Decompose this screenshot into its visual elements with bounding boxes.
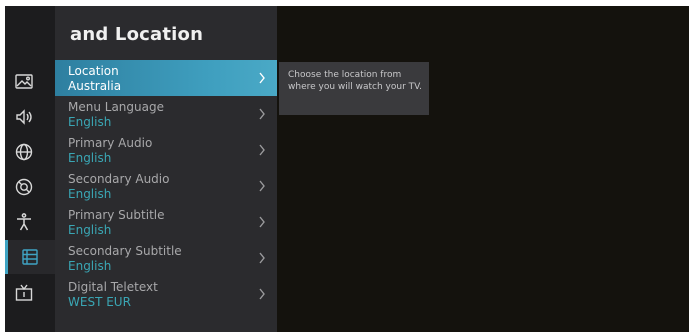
chevron-right-icon — [259, 180, 265, 192]
chevron-right-icon — [259, 108, 265, 120]
menu-item-secondary-subtitle[interactable]: Secondary Subtitle English — [55, 240, 277, 276]
menu-item-value: WEST EUR — [68, 295, 131, 309]
menu-item-value: English — [68, 259, 112, 273]
menu-item-value: English — [68, 187, 112, 201]
settings-panel: and Location Location Australia Menu Lan… — [55, 6, 277, 332]
chevron-right-icon — [259, 216, 265, 228]
menu-item-label: Secondary Audio — [68, 172, 170, 186]
network-icon[interactable] — [13, 141, 35, 163]
menu-item-label: Primary Subtitle — [68, 208, 165, 222]
chevron-right-icon — [259, 72, 265, 84]
menu-item-primary-audio[interactable]: Primary Audio English — [55, 132, 277, 168]
menu-item-label: Primary Audio — [68, 136, 153, 150]
menu-item-label: Secondary Subtitle — [68, 244, 182, 258]
menu-item-label: Digital Teletext — [68, 280, 158, 294]
menu-item-location[interactable]: Location Australia — [55, 60, 277, 96]
tooltip-text: Choose the location from where you will … — [288, 70, 422, 92]
sound-icon[interactable] — [13, 106, 35, 128]
active-indicator — [5, 240, 8, 274]
chevron-right-icon — [259, 252, 265, 264]
menu-item-secondary-audio[interactable]: Secondary Audio English — [55, 168, 277, 204]
tv-icon[interactable] — [13, 282, 35, 304]
menu-item-primary-subtitle[interactable]: Primary Subtitle English — [55, 204, 277, 240]
menu-item-value: English — [68, 151, 112, 165]
settings-sidebar — [5, 6, 55, 332]
chevron-right-icon — [259, 288, 265, 300]
picture-icon[interactable] — [13, 71, 35, 93]
menu-item-label: Menu Language — [68, 100, 164, 114]
tv-screen: and Location Location Australia Menu Lan… — [5, 6, 689, 332]
menu-item-value: English — [68, 115, 112, 129]
accessibility-icon[interactable] — [13, 211, 35, 233]
system-icon[interactable] — [5, 240, 55, 274]
menu-item-label: Location — [68, 64, 119, 78]
menu-item-value: English — [68, 223, 112, 237]
menu-item-digital-teletext[interactable]: Digital Teletext WEST EUR — [55, 276, 277, 312]
page-title: and Location — [70, 24, 204, 45]
help-tooltip: Choose the location from where you will … — [279, 62, 429, 115]
menu-item-value: Australia — [68, 79, 122, 93]
menu-item-menu-language[interactable]: Menu Language English — [55, 96, 277, 132]
chevron-right-icon — [259, 144, 265, 156]
support-icon[interactable] — [13, 176, 35, 198]
